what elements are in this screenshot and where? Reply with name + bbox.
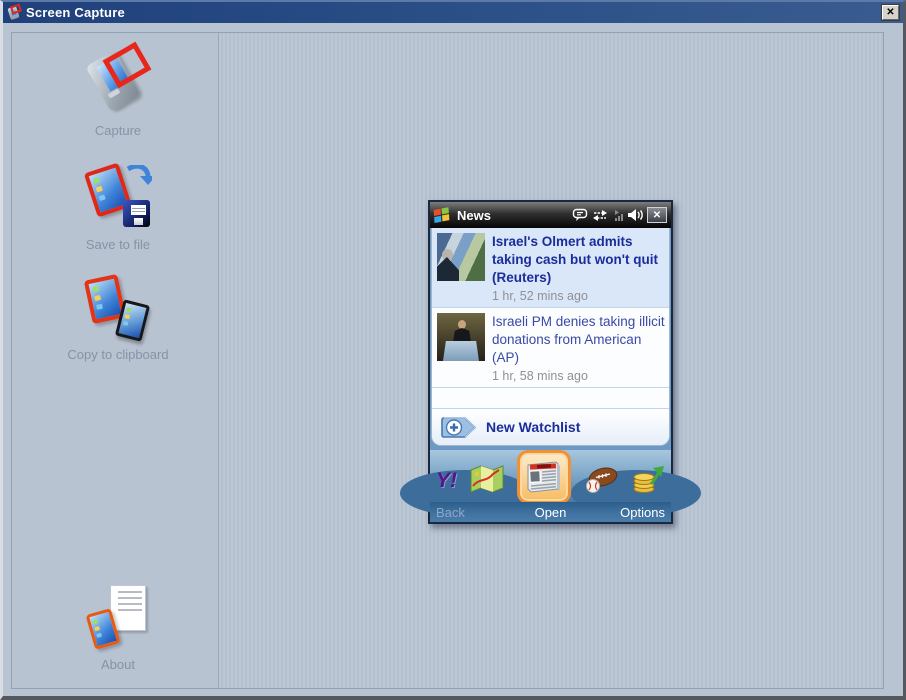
volume-icon[interactable] — [627, 208, 644, 222]
curved-arrow-icon — [126, 165, 152, 185]
copy-to-clipboard-label: Copy to clipboard — [28, 347, 208, 362]
news-thumbnail-1 — [437, 233, 485, 281]
data-sync-arrows-icon — [592, 209, 608, 222]
sports-icon[interactable] — [583, 466, 619, 494]
phone-app-toolbar: Y! — [430, 450, 671, 502]
window-title: Screen Capture — [26, 5, 878, 20]
news-timestamp: 1 hr, 58 mins ago — [492, 369, 665, 383]
screen-capture-window: Screen Capture ✕ Capture Save to file — [0, 0, 906, 700]
save-to-file-label: Save to file — [28, 237, 208, 252]
add-watchlist-icon — [441, 416, 477, 439]
finance-icon[interactable] — [631, 464, 665, 494]
capture-label: Capture — [28, 123, 208, 138]
window-titlebar: Screen Capture ✕ — [3, 2, 903, 23]
news-headline: Israeli PM denies taking illicit donatio… — [492, 314, 665, 365]
news-item-1[interactable]: Israel's Olmert admits taking cash but w… — [432, 228, 669, 308]
maps-icon[interactable] — [469, 464, 505, 494]
save-to-file-button[interactable]: Save to file — [28, 165, 208, 252]
about-icon — [82, 585, 154, 649]
news-thumbnail-2 — [437, 313, 485, 361]
softkey-options[interactable]: Options — [589, 505, 665, 520]
phone-close-button[interactable]: ✕ — [647, 207, 667, 223]
news-item-2[interactable]: Israeli PM denies taking illicit donatio… — [432, 308, 669, 388]
copy-to-clipboard-button[interactable]: Copy to clipboard — [28, 275, 208, 362]
new-watchlist-label: New Watchlist — [486, 419, 580, 435]
signal-icon — [611, 209, 624, 222]
news-headline: Israel's Olmert admits taking cash but w… — [492, 234, 658, 285]
capture-icon — [82, 51, 154, 115]
newspaper-icon — [524, 459, 564, 495]
about-button[interactable]: About — [28, 585, 208, 672]
phone-titlebar: News — [430, 202, 671, 228]
save-to-file-icon — [82, 165, 154, 229]
capture-button[interactable]: Capture — [28, 51, 208, 138]
captured-phone-screenshot: News — [428, 200, 673, 524]
window-close-button[interactable]: ✕ — [882, 5, 899, 20]
phone-app-title: News — [457, 208, 569, 223]
news-icon-selected[interactable] — [517, 450, 571, 504]
windows-flag-icon — [434, 207, 452, 222]
about-label: About — [28, 657, 208, 672]
new-watchlist-button[interactable]: New Watchlist — [432, 408, 669, 445]
messaging-bubble-icon — [572, 208, 589, 222]
softkey-open[interactable]: Open — [512, 505, 588, 520]
copy-to-clipboard-icon — [82, 275, 154, 339]
phone-content: Israel's Olmert admits taking cash but w… — [430, 228, 671, 450]
phone-softkey-bar: Back Open Options — [430, 502, 671, 522]
news-list-panel: Israel's Olmert admits taking cash but w… — [431, 228, 670, 446]
app-icon — [7, 5, 22, 20]
news-timestamp: 1 hr, 52 mins ago — [492, 289, 665, 303]
yahoo-icon[interactable]: Y! — [436, 468, 457, 494]
softkey-back[interactable]: Back — [436, 505, 512, 520]
